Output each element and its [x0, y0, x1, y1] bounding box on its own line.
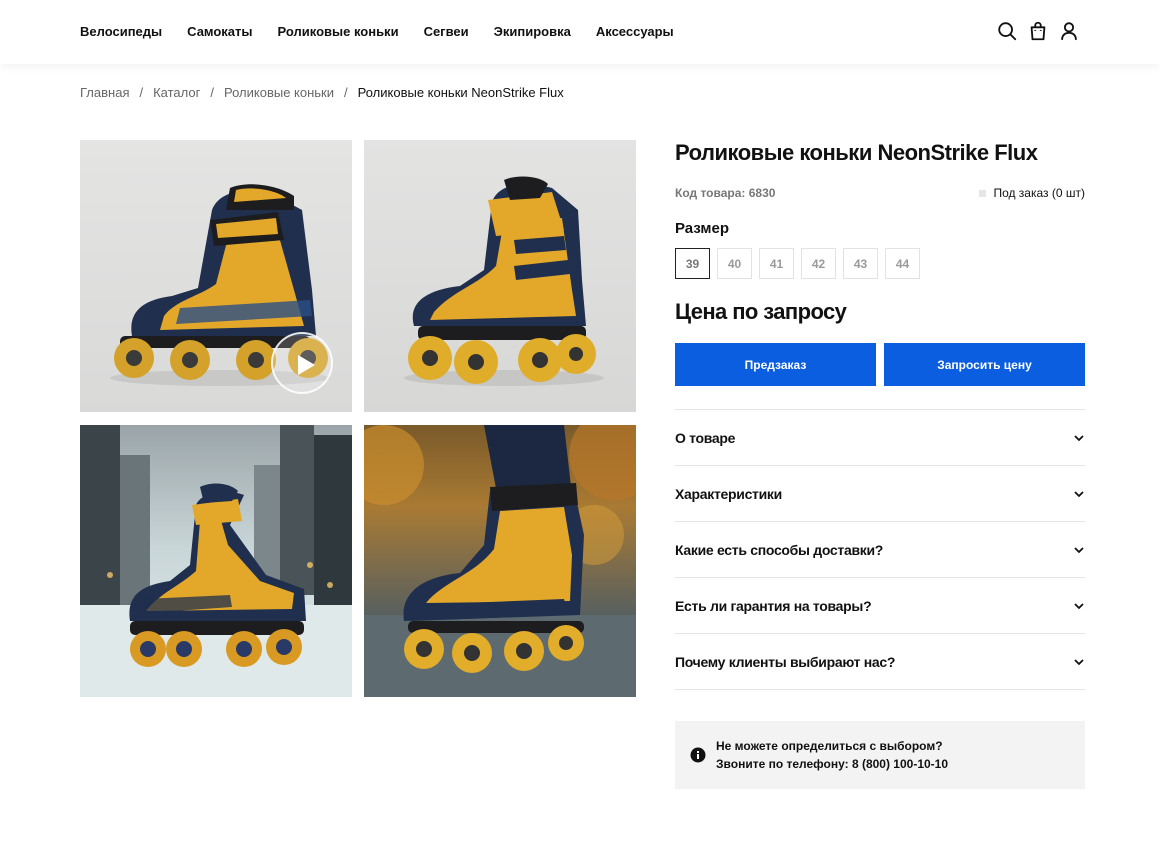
search-icon[interactable]	[996, 20, 1018, 42]
breadcrumb-catalog[interactable]: Каталог	[153, 85, 200, 100]
accordion-item-why-us[interactable]: Почему клиенты выбирают нас?	[675, 634, 1085, 690]
breadcrumb-separator: /	[210, 85, 214, 100]
chevron-down-icon	[1074, 490, 1084, 497]
accordion-item-label: О товаре	[675, 429, 736, 446]
help-box: Не можете определиться с выбором? Звонит…	[675, 721, 1085, 789]
product-photo-front[interactable]	[364, 140, 636, 412]
product-info: Роликовые коньки NeonStrike Flux Код тов…	[675, 140, 1085, 789]
size-option-41[interactable]: 41	[759, 248, 794, 279]
product-photo-street[interactable]	[80, 425, 352, 697]
chevron-down-icon	[1074, 546, 1084, 553]
product-meta: Код товара: 6830 Под заказ (0 шт)	[675, 184, 1085, 204]
header-icons	[987, 20, 1080, 42]
product-price: Цена по запросу	[675, 299, 847, 324]
size-option-40[interactable]: 40	[717, 248, 752, 279]
product-code: Код товара: 6830	[675, 186, 776, 200]
chevron-down-icon	[1074, 658, 1084, 665]
accordion-item-label: Какие есть способы доставки?	[675, 541, 884, 558]
site-header: Велосипеды Самокаты Роликовые коньки Сег…	[0, 0, 1160, 64]
product-title: Роликовые коньки NeonStrike Flux	[675, 140, 1038, 165]
action-buttons: Предзаказ Запросить цену	[675, 343, 1085, 386]
size-selector: 39 40 41 42 43 44	[675, 248, 1085, 279]
breadcrumb-home[interactable]: Главная	[80, 85, 129, 100]
breadcrumb-separator: /	[139, 85, 144, 100]
breadcrumb-category[interactable]: Роликовые коньки	[224, 85, 334, 100]
accordion-item-specs[interactable]: Характеристики	[675, 466, 1085, 522]
breadcrumb: Главная / Каталог / Роликовые коньки / Р…	[80, 85, 564, 100]
accordion-item-label: Характеристики	[675, 485, 782, 502]
main-nav: Велосипеды Самокаты Роликовые коньки Сег…	[80, 24, 699, 39]
product-gallery	[80, 140, 636, 697]
breadcrumb-current: Роликовые коньки NeonStrike Flux	[357, 85, 564, 100]
chevron-down-icon	[1074, 602, 1084, 609]
accordion-item-delivery[interactable]: Какие есть способы доставки?	[675, 522, 1085, 578]
chevron-down-icon	[1074, 434, 1084, 441]
nav-item-roller-skates[interactable]: Роликовые коньки	[278, 24, 399, 39]
breadcrumb-separator: /	[344, 85, 348, 100]
stock-status-label: Под заказ (0 шт)	[993, 186, 1085, 200]
product-photo-side[interactable]	[80, 140, 352, 412]
help-phone[interactable]: Звоните по телефону: 8 (800) 100-10-10	[716, 755, 948, 773]
accordion-item-label: Есть ли гарантия на товары?	[675, 597, 872, 614]
nav-item-accessories[interactable]: Аксессуары	[596, 24, 674, 39]
size-option-42[interactable]: 42	[801, 248, 836, 279]
stock-indicator-icon	[979, 189, 987, 197]
preorder-button[interactable]: Предзаказ	[675, 343, 876, 386]
nav-item-bicycles[interactable]: Велосипеды	[80, 24, 162, 39]
info-icon	[690, 747, 706, 763]
user-icon[interactable]	[1058, 20, 1080, 42]
faq-accordion: О товаре Характеристики Какие есть спосо…	[675, 409, 1085, 690]
help-text: Не можете определиться с выбором? Звонит…	[716, 737, 948, 773]
accordion-item-about[interactable]: О товаре	[675, 410, 1085, 466]
play-icon	[298, 355, 315, 375]
play-video-button[interactable]	[271, 332, 333, 394]
stock-status: Под заказ (0 шт)	[979, 186, 1085, 200]
nav-item-scooters[interactable]: Самокаты	[187, 24, 252, 39]
size-option-43[interactable]: 43	[843, 248, 878, 279]
accordion-item-warranty[interactable]: Есть ли гарантия на товары?	[675, 578, 1085, 634]
size-option-39[interactable]: 39	[675, 248, 710, 279]
size-option-44[interactable]: 44	[885, 248, 920, 279]
product-photo-worn[interactable]	[364, 425, 636, 697]
help-question: Не можете определиться с выбором?	[716, 739, 943, 753]
request-price-button[interactable]: Запросить цену	[884, 343, 1085, 386]
size-label: Размер	[675, 220, 730, 237]
nav-item-segways[interactable]: Сегвеи	[424, 24, 469, 39]
accordion-item-label: Почему клиенты выбирают нас?	[675, 653, 896, 670]
nav-item-equipment[interactable]: Экипировка	[494, 24, 571, 39]
cart-icon[interactable]	[1027, 20, 1049, 42]
